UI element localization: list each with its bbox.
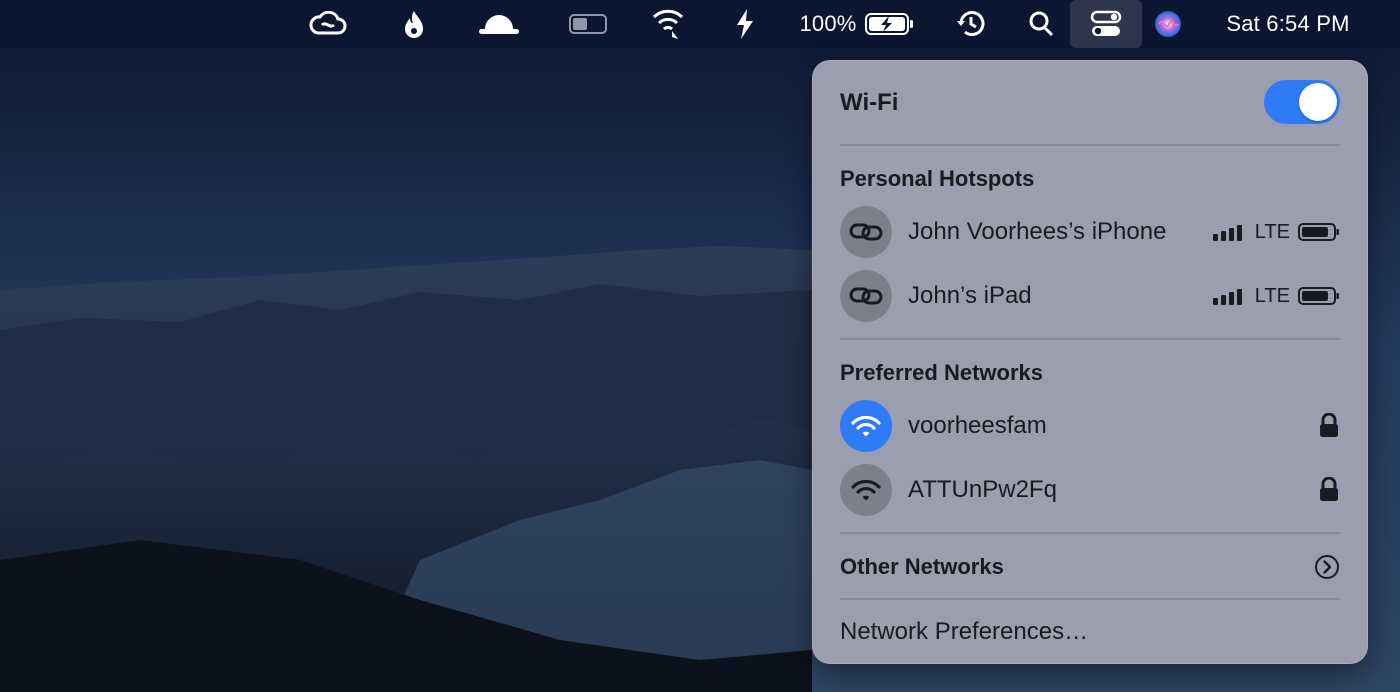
network-name: voorheesfam [908,412,1047,439]
divider [840,144,1340,146]
toggle-icon[interactable] [568,0,608,48]
hotspot-name: John Voorhees’s iPhone [908,218,1167,245]
section-title: Personal Hotspots [840,166,1035,191]
cellular-signal-icon [1212,289,1242,305]
creative-cloud-icon[interactable] [306,0,350,48]
hotspot-status: LTE [1212,284,1340,308]
chevron-right-circle-icon[interactable] [1314,554,1340,580]
wifi-icon [840,400,892,452]
preferred-networks-header: Preferred Networks [840,358,1340,388]
wifi-status-icon[interactable] [650,0,686,48]
personal-hotspot-icon [840,270,892,322]
network-preferences-label: Network Preferences… [840,618,1089,645]
fire-icon[interactable] [398,0,430,48]
network-name: ATTUnPw2Fq [908,476,1057,503]
section-title: Preferred Networks [840,360,1043,385]
network-type: LTE [1254,284,1290,307]
wifi-toggle[interactable] [1264,80,1340,124]
wifi-menu-panel: Wi-Fi Personal Hotspots John Voorhees’s … [812,60,1368,664]
spotlight-search-icon[interactable] [1026,0,1056,48]
other-networks-label: Other Networks [840,554,1004,579]
battery-icon [1298,287,1339,305]
hotspot-item-ipad[interactable]: John’s iPad LTE [840,270,1340,322]
divider [840,598,1340,600]
charging-lightning-icon[interactable] [730,0,760,48]
battery-percentage: 100% [799,11,857,36]
personal-hotspots-header: Personal Hotspots [840,164,1340,194]
network-type: LTE [1254,220,1290,243]
toggle-knob [1299,83,1337,121]
network-preferences-item[interactable]: Network Preferences… [840,616,1340,648]
hotspot-status: LTE [1212,220,1340,244]
time-machine-icon[interactable] [954,0,988,48]
wifi-title: Wi-Fi [840,89,899,116]
divider [840,532,1340,534]
battery-icon [1298,223,1339,241]
menubar-clock[interactable]: Sat 6:54 PM [1206,0,1370,48]
lock-icon [1320,477,1338,501]
battery-icon[interactable] [864,0,916,48]
divider [840,338,1340,340]
control-center-icon[interactable] [1070,0,1142,48]
personal-hotspot-icon [840,206,892,258]
siri-icon[interactable] [1152,0,1184,48]
menu-bar: 100% Sat 6:54 PM [0,0,1400,48]
wifi-icon [840,464,892,516]
cellular-signal-icon [1212,225,1242,241]
bowler-hat-icon[interactable] [474,0,524,48]
hotspot-name: John’s iPad [908,282,1032,309]
hotspot-item-iphone[interactable]: John Voorhees’s iPhone LTE [840,206,1340,258]
network-item-attunpw2fq[interactable]: ATTUnPw2Fq [840,464,1340,516]
lock-icon [1320,413,1338,437]
network-item-voorheesfam[interactable]: voorheesfam [840,400,1340,452]
other-networks-row[interactable]: Other Networks [840,550,1340,584]
